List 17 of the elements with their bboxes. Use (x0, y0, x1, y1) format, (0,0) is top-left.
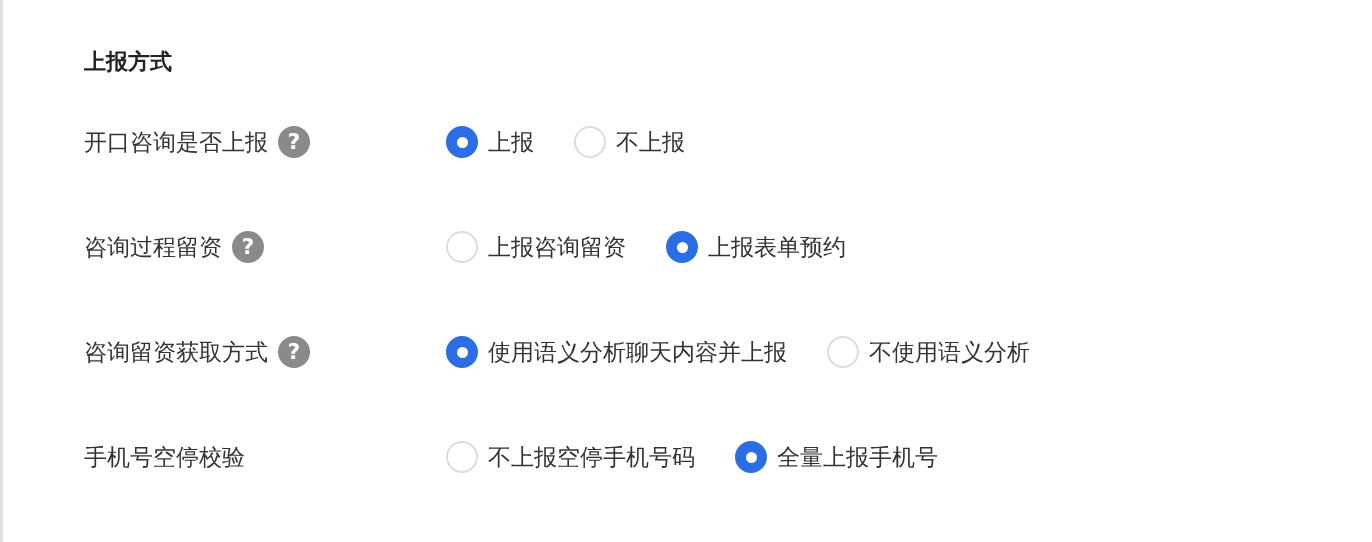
radio-button[interactable] (735, 441, 767, 473)
radio-button[interactable] (446, 336, 478, 368)
radio-button[interactable] (666, 231, 698, 263)
radio-label[interactable]: 使用语义分析聊天内容并上报 (488, 336, 787, 368)
field-label: 开口咨询是否上报 (84, 128, 268, 157)
field-label: 手机号空停校验 (84, 443, 245, 472)
radio-button[interactable] (446, 126, 478, 158)
field-label: 咨询过程留资 (84, 233, 222, 262)
field-label: 咨询留资获取方式 (84, 338, 268, 367)
section-title: 上报方式 (84, 48, 172, 76)
radio-label[interactable]: 不使用语义分析 (869, 336, 1030, 368)
radio-label[interactable]: 全量上报手机号 (777, 441, 938, 473)
radio-label[interactable]: 不上报空停手机号码 (488, 441, 695, 473)
radio-label[interactable]: 上报咨询留资 (488, 231, 626, 263)
radio-label[interactable]: 上报表单预约 (708, 231, 846, 263)
radio-label[interactable]: 不上报 (616, 126, 685, 158)
radio-label[interactable]: 上报 (488, 126, 534, 158)
